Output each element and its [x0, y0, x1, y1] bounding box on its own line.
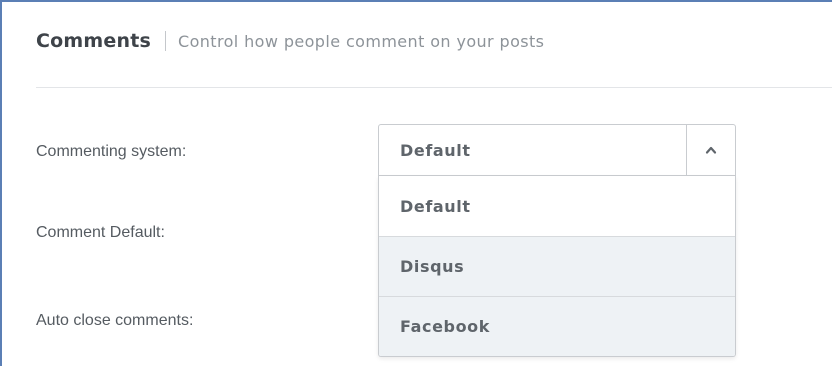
- select-toggle-button[interactable]: [686, 125, 735, 175]
- commenting-system-dropdown: Default Disqus Facebook: [378, 176, 736, 357]
- header-divider: [36, 87, 832, 88]
- section-subtitle: Control how people comment on your posts: [178, 31, 545, 51]
- chevron-up-icon: [705, 146, 717, 154]
- section-header: Comments Control how people comment on y…: [36, 26, 544, 56]
- select-current-value: Default: [400, 141, 471, 160]
- option-default[interactable]: Default: [379, 176, 735, 236]
- commenting-system-select[interactable]: Default: [378, 124, 736, 176]
- settings-panel: Comments Control how people comment on y…: [0, 0, 832, 366]
- commenting-system-label: Commenting system:: [36, 143, 187, 160]
- comment-default-label: Comment Default:: [36, 224, 165, 241]
- section-title: Comments: [36, 30, 151, 52]
- option-facebook[interactable]: Facebook: [379, 296, 735, 356]
- auto-close-comments-label: Auto close comments:: [36, 312, 194, 329]
- option-disqus[interactable]: Disqus: [379, 236, 735, 296]
- header-separator: [165, 31, 166, 51]
